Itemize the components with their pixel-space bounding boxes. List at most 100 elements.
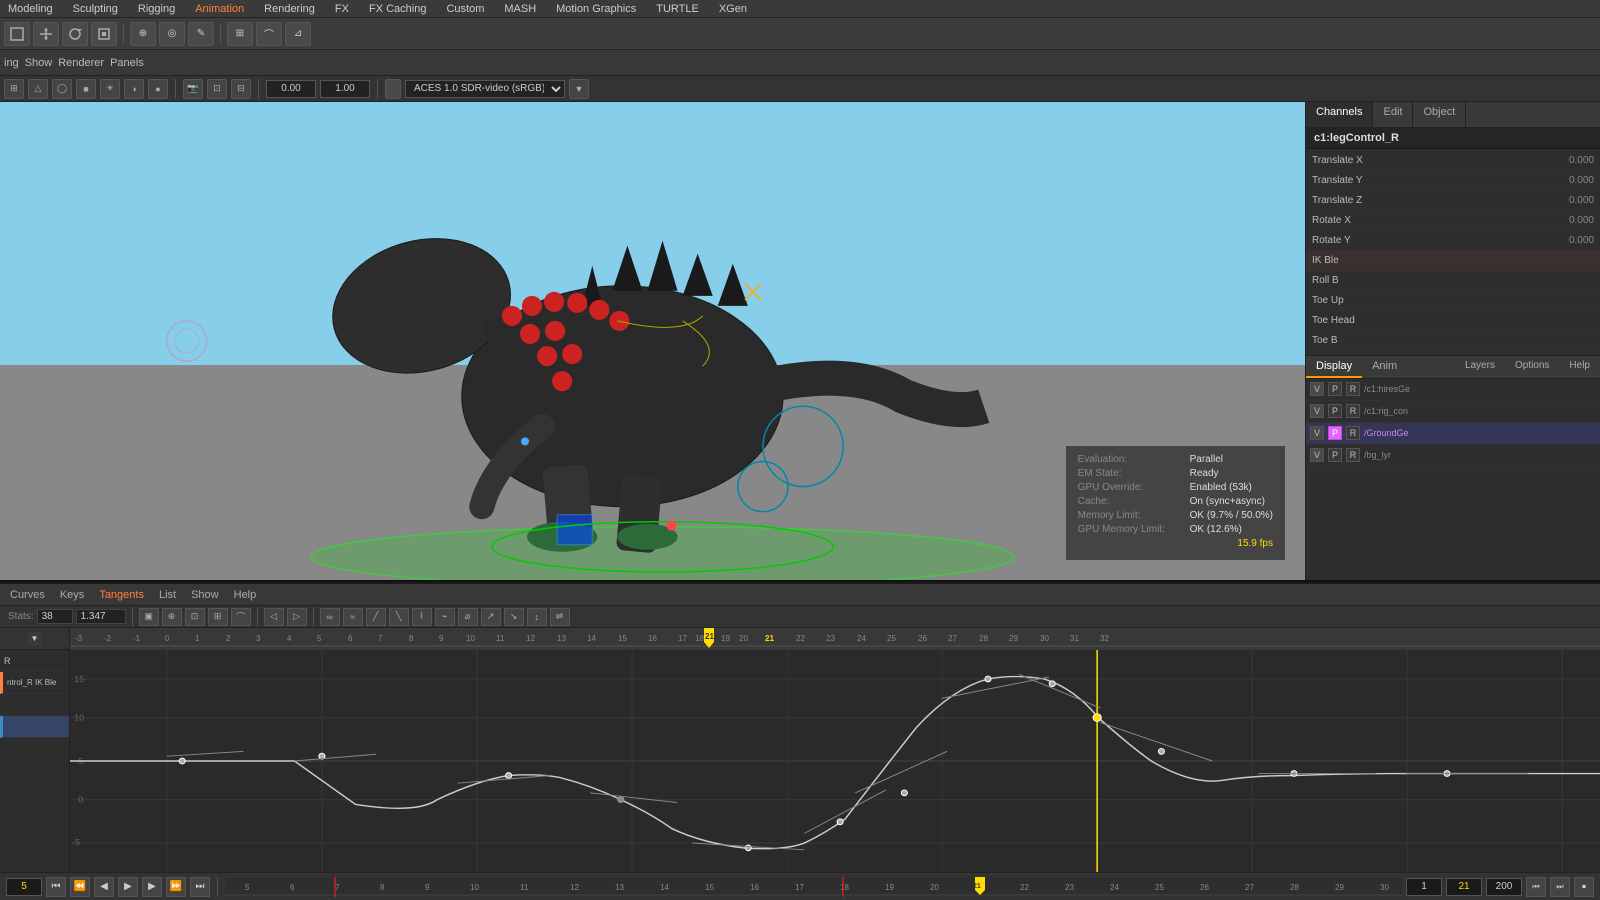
menu-custom[interactable]: Custom xyxy=(442,3,488,15)
graph-tool-extra1[interactable]: ↗ xyxy=(481,608,501,626)
tool-select[interactable] xyxy=(4,22,30,46)
play-goto-end[interactable]: ⏭ xyxy=(190,877,210,897)
channel-ik-blend[interactable]: IK Ble xyxy=(1306,251,1600,271)
play-extra1[interactable]: ⏮ xyxy=(1526,877,1546,897)
graph-tool-key-prev[interactable]: ◁ xyxy=(264,608,284,626)
channel-toe-up[interactable]: Toe Up xyxy=(1306,291,1600,311)
channel-toe-b[interactable]: Toe B xyxy=(1306,331,1600,351)
menu-sculpting[interactable]: Sculpting xyxy=(69,3,122,15)
graph-tool-tangent4[interactable]: ⌇ xyxy=(412,608,432,626)
tool-soft-select[interactable]: ◎ xyxy=(159,22,185,46)
tab-display[interactable]: Display xyxy=(1306,356,1362,378)
tb3-cam2[interactable]: ⊡ xyxy=(207,79,227,99)
layer-r-btn[interactable]: R xyxy=(1346,426,1360,440)
layer-hiresge[interactable]: V P R /c1:hiresGe xyxy=(1306,379,1600,401)
curve-item-blend[interactable]: ntrol_R IK Ble xyxy=(0,672,69,694)
menu-rigging[interactable]: Rigging xyxy=(134,3,179,15)
tb3-grid[interactable]: ⊞ xyxy=(4,79,24,99)
layer-r-btn[interactable]: R xyxy=(1346,404,1360,418)
menu-mash[interactable]: MASH xyxy=(500,3,540,15)
tb2-renderer[interactable]: Renderer xyxy=(58,57,104,69)
tool-rotate[interactable] xyxy=(62,22,88,46)
layer-v-btn[interactable]: V xyxy=(1310,448,1324,462)
menu-fx-caching[interactable]: FX Caching xyxy=(365,3,430,15)
tool-lattice[interactable]: ⊞ xyxy=(227,22,253,46)
channel-translate-x[interactable]: Translate X 0.000 xyxy=(1306,151,1600,171)
play-goto-start[interactable]: ⏮ xyxy=(46,877,66,897)
range-start-input[interactable] xyxy=(1406,878,1442,896)
camera-field[interactable] xyxy=(266,80,316,98)
tool-deform[interactable]: ⊿ xyxy=(285,22,311,46)
menu-xgen[interactable]: XGen xyxy=(715,3,751,15)
tool-paint[interactable]: ✎ xyxy=(188,22,214,46)
tb3-ao[interactable]: ● xyxy=(148,79,168,99)
stats-input2[interactable] xyxy=(76,609,126,624)
graph-tool-move[interactable]: ⊕ xyxy=(162,608,182,626)
tab-options[interactable]: Options xyxy=(1505,356,1559,378)
layer-groundge[interactable]: V P R /GroundGe xyxy=(1306,423,1600,445)
tab-layers[interactable]: Layers xyxy=(1455,356,1505,378)
tool-snap[interactable]: ⊕ xyxy=(130,22,156,46)
layer-r-btn[interactable]: R xyxy=(1346,448,1360,462)
graph-tool-select[interactable]: ▣ xyxy=(139,608,159,626)
play-play[interactable]: ▶ xyxy=(118,877,138,897)
tb3-smooth[interactable]: ◯ xyxy=(52,79,72,99)
graph-menu-help[interactable]: Help xyxy=(228,589,263,601)
tab-help[interactable]: Help xyxy=(1559,356,1600,378)
layer-v-btn[interactable]: V xyxy=(1310,426,1324,440)
tab-edit[interactable]: Edit xyxy=(1373,102,1413,127)
graph-tool-extra3[interactable]: ↕ xyxy=(527,608,547,626)
tb2-ing[interactable]: ing xyxy=(4,57,19,69)
play-prev-key[interactable]: ⏪ xyxy=(70,877,90,897)
layer-r-btn[interactable]: R xyxy=(1346,382,1360,396)
tool-curve[interactable]: ⌒ xyxy=(256,22,282,46)
tab-channels[interactable]: Channels xyxy=(1306,102,1373,127)
graph-tool-tangent2[interactable]: ╱ xyxy=(366,608,386,626)
stats-input1[interactable] xyxy=(37,609,73,624)
tb2-show[interactable]: Show xyxy=(25,57,53,69)
layer-p-btn[interactable]: P xyxy=(1328,382,1342,396)
graph-tool-scale[interactable]: ⊡ xyxy=(185,608,205,626)
graph-menu-curves[interactable]: Curves xyxy=(4,589,51,601)
viewport-3d[interactable]: Evaluation: Parallel EM State: Ready GPU… xyxy=(0,102,1305,580)
tb3-shadow[interactable]: ◑ xyxy=(124,79,144,99)
channel-rotate-y[interactable]: Rotate Y 0.000 xyxy=(1306,231,1600,251)
tb3-colorspace-icon[interactable] xyxy=(385,79,401,99)
channel-toe-head[interactable]: Toe Head xyxy=(1306,311,1600,331)
tb3-wireframe[interactable]: △ xyxy=(28,79,48,99)
tb3-lights[interactable]: ☀ xyxy=(100,79,120,99)
curve-item-blue[interactable] xyxy=(0,716,69,738)
play-next-key[interactable]: ⏩ xyxy=(166,877,186,897)
menu-motion-graphics[interactable]: Motion Graphics xyxy=(552,3,640,15)
tb3-textured[interactable]: ■ xyxy=(76,79,96,99)
start-frame-display[interactable] xyxy=(6,878,42,896)
graph-menu-list[interactable]: List xyxy=(153,589,182,601)
channel-translate-z[interactable]: Translate Z 0.000 xyxy=(1306,191,1600,211)
layer-v-btn[interactable]: V xyxy=(1310,382,1324,396)
tab-anim[interactable]: Anim xyxy=(1362,356,1407,378)
channel-translate-y[interactable]: Translate Y 0.000 xyxy=(1306,171,1600,191)
play-next-frame[interactable]: ▶ xyxy=(142,877,162,897)
layer-bglyr[interactable]: V P R /bg_lyr xyxy=(1306,445,1600,467)
menu-rendering[interactable]: Rendering xyxy=(260,3,319,15)
layer-p-btn[interactable]: P xyxy=(1328,404,1342,418)
graph-tool-region[interactable]: ⊞ xyxy=(208,608,228,626)
graph-tool-tangent6[interactable]: ⌀ xyxy=(458,608,478,626)
tool-scale[interactable] xyxy=(91,22,117,46)
menu-modeling[interactable]: Modeling xyxy=(4,3,57,15)
layer-v-btn[interactable]: V xyxy=(1310,404,1324,418)
graph-tool-extra4[interactable]: ⇌ xyxy=(550,608,570,626)
graph-menu-tangents[interactable]: Tangents xyxy=(93,589,150,601)
menu-turtle[interactable]: TURTLE xyxy=(652,3,703,15)
current-frame-input[interactable] xyxy=(1446,878,1482,896)
curve-item-empty1[interactable] xyxy=(0,694,69,716)
channel-rotate-x[interactable]: Rotate X 0.000 xyxy=(1306,211,1600,231)
focal-field[interactable] xyxy=(320,80,370,98)
tb3-colorspace-extra[interactable]: ▼ xyxy=(569,79,589,99)
play-prev-frame[interactable]: ◀ xyxy=(94,877,114,897)
graph-menu-keys[interactable]: Keys xyxy=(54,589,90,601)
graph-menu-show[interactable]: Show xyxy=(185,589,225,601)
graph-tool-tangent3[interactable]: ╲ xyxy=(389,608,409,626)
tab-object[interactable]: Object xyxy=(1413,102,1466,127)
menu-animation[interactable]: Animation xyxy=(191,3,248,15)
